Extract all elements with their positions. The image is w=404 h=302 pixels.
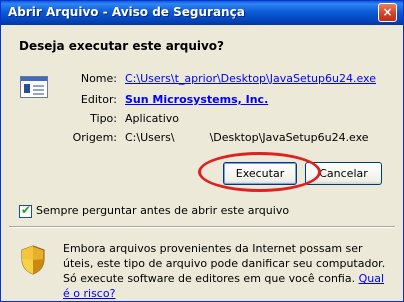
type-value: Aplicativo [125, 112, 180, 125]
highlight-circle-annotation [198, 152, 321, 192]
publisher-label: Editor: [80, 93, 117, 106]
publisher-value-link[interactable]: Sun Microsystems, Inc. [125, 93, 268, 106]
checkmark-icon: ✔ [21, 203, 32, 217]
type-label: Tipo: [90, 112, 117, 125]
name-value-link[interactable]: C:\Users\t_aprior\Desktop\JavaSetup6u24.… [125, 72, 376, 85]
warning-text: Embora arquivos provenientes da Internet… [63, 242, 386, 285]
window-title: Abrir Arquivo - Aviso de Segurança [8, 5, 245, 19]
close-icon: × [382, 5, 393, 19]
divider [9, 226, 395, 228]
security-warning-dialog: Abrir Arquivo - Aviso de Segurança × Des… [0, 0, 404, 302]
origin-value: C:\Users\ \Desktop\JavaSetup6u24.exe [125, 131, 369, 144]
security-shield-icon [21, 245, 45, 275]
name-label: Nome: [80, 72, 117, 85]
always-ask-label[interactable]: Sempre perguntar antes de abrir este arq… [36, 204, 289, 217]
dialog-question: Deseja executar este arquivo? [19, 39, 224, 53]
title-bar[interactable]: Abrir Arquivo - Aviso de Segurança × [1, 1, 403, 25]
always-ask-checkbox[interactable]: ✔ [19, 203, 32, 218]
close-button[interactable]: × [378, 3, 397, 22]
warning-message: Embora arquivos provenientes da Internet… [63, 241, 393, 301]
origin-label: Origem: [72, 131, 117, 144]
